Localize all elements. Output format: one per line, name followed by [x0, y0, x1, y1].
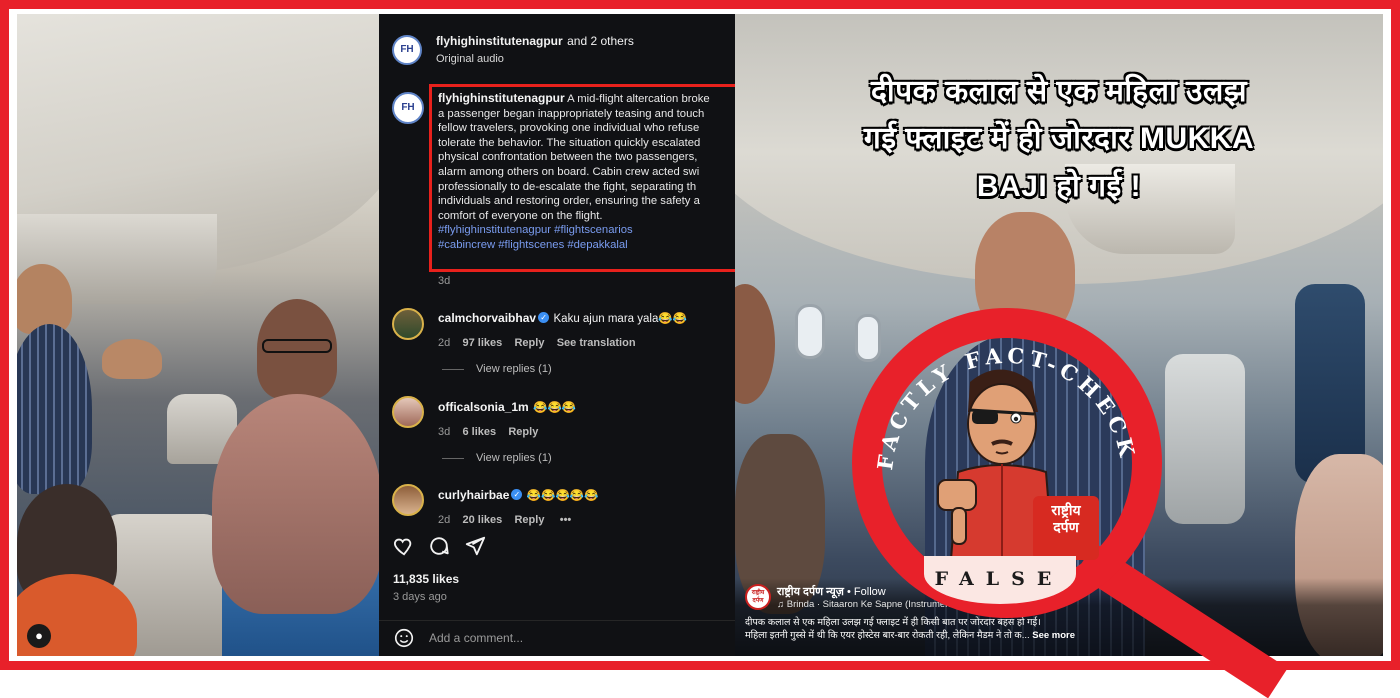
video-title-line-1: दीपक कलाल से एक महिला उलझ: [870, 75, 1248, 108]
caption-author[interactable]: flyhighinstitutenagpur: [438, 91, 565, 105]
comment-username[interactable]: curlyhairbae: [438, 488, 509, 502]
window: [795, 304, 825, 359]
reply-button[interactable]: Reply: [514, 514, 544, 526]
comment-username[interactable]: officalsonia_1m: [438, 400, 529, 414]
caption-author-avatar[interactable]: FH: [392, 92, 424, 124]
total-likes[interactable]: 11,835 likes: [393, 572, 459, 586]
reel-caption-line-2: महिला इतनी गुस्से में थी कि एयर होस्टेस …: [745, 630, 1030, 641]
commenter-avatar[interactable]: [392, 308, 424, 340]
comment-text: Kaku ajun mara yala😂😂: [553, 313, 687, 325]
comment-2: officalsonia_1m 😂😂😂 3d 6 likes Reply: [438, 398, 576, 438]
caption-age: 3d: [438, 275, 451, 287]
caption-line-5: physical confrontation between the two p…: [438, 151, 698, 164]
avatar-text: FH: [400, 44, 414, 55]
more-options-icon[interactable]: •••: [560, 514, 572, 526]
left-video-frame[interactable]: ●: [17, 14, 379, 656]
man-shirt: [17, 324, 92, 494]
caption-highlight-box: flyhighinstitutenagpur A mid-flight alte…: [429, 84, 735, 272]
reel-caption: दीपक कलाल से एक महिला उलझ गई फ्लाइट में …: [745, 616, 1145, 642]
avatar-text: FH: [401, 102, 415, 113]
video-title-line-3: BAJI हो गई !: [976, 170, 1142, 203]
view-replies-label: View replies (1): [476, 363, 552, 375]
woman-glasses: [262, 339, 332, 353]
post-header: flyhighinstitutenagpur and 2 others Orig…: [436, 32, 634, 65]
comment-text: 😂😂😂: [533, 402, 577, 414]
commenter-avatar[interactable]: [392, 396, 424, 428]
reel-caption-line-1: दीपक कलाल से एक महिला उलझ गई फ्लाइट में …: [745, 617, 1041, 628]
reply-button[interactable]: Reply: [514, 337, 544, 349]
emoji-icon[interactable]: [393, 627, 415, 649]
caption-line-3: fellow travelers, provoking one individu…: [438, 122, 700, 135]
caption-line-1: A mid-flight altercation broke: [567, 93, 710, 105]
header-account-name[interactable]: flyhighinstitutenagpur: [436, 34, 563, 48]
share-icon[interactable]: [464, 535, 486, 557]
comment-1: calmchorvaibhav ✓ Kaku ajun mara yala😂😂 2…: [438, 309, 687, 349]
commenter-avatar[interactable]: [392, 484, 424, 516]
seat-grey: [1165, 354, 1245, 524]
caption-hashtags-1[interactable]: #flyhighinstitutenagpur #flightscenarios: [438, 224, 633, 236]
view-replies-button[interactable]: View replies (1): [442, 452, 552, 464]
verified-badge-icon: ✓: [538, 312, 550, 324]
header-and-others[interactable]: and 2 others: [567, 34, 634, 48]
instagram-post-panel: FH flyhighinstitutenagpur and 2 others O…: [379, 14, 735, 656]
heart-icon[interactable]: [393, 535, 415, 557]
man-hands: [102, 339, 162, 379]
comment-age: 2d: [438, 337, 451, 349]
caption-line-7: professionally to de-escalate the fight,…: [438, 180, 697, 193]
comment-icon[interactable]: [428, 535, 450, 557]
comment-age: 3d: [438, 426, 451, 438]
logo-line-2: दर्पण: [1053, 519, 1079, 535]
see-more-link[interactable]: See more: [1032, 630, 1075, 641]
caption-line-2: a passenger began inappropriately teasin…: [438, 107, 705, 120]
comment-likes[interactable]: 6 likes: [462, 426, 496, 438]
page-name[interactable]: राष्ट्रीय दर्पण न्यूज़: [777, 586, 844, 598]
replies-divider: [442, 457, 464, 459]
original-audio-link[interactable]: Original audio: [436, 53, 634, 65]
view-replies-button[interactable]: View replies (1): [442, 363, 552, 375]
caption-line-6: alarm among others on board. Cabin crew …: [438, 165, 700, 178]
add-comment-input[interactable]: Add a comment...: [429, 631, 523, 645]
woman-saree: [212, 394, 379, 614]
comment-likes[interactable]: 97 likes: [462, 337, 502, 349]
passenger-left: [735, 284, 775, 404]
replies-divider: [442, 368, 464, 370]
page-avatar[interactable]: राष्ट्रीय दर्पण: [745, 584, 771, 610]
comment-likes[interactable]: 20 likes: [462, 514, 502, 526]
caption-line-8: individuals and restoring order, ensurin…: [438, 195, 700, 208]
caption-hashtags-2[interactable]: #cabincrew #flightscenes #depakkalal: [438, 239, 628, 251]
post-date: 3 days ago: [393, 591, 447, 603]
reply-button[interactable]: Reply: [508, 426, 538, 438]
caption-line-4: tolerate the behavior. The situation qui…: [438, 136, 701, 149]
comment-username[interactable]: calmchorvaibhav: [438, 311, 536, 325]
verified-badge-icon: ✓: [511, 489, 523, 501]
logo-line-1: राष्ट्रीय: [1051, 502, 1081, 518]
view-replies-label: View replies (1): [476, 452, 552, 464]
false-verdict-label: FALSE: [934, 568, 1064, 590]
account-avatar[interactable]: FH: [392, 35, 422, 65]
see-translation-button[interactable]: See translation: [557, 337, 636, 349]
divider: [379, 620, 735, 621]
caption-line-9: comfort of everyone on the flight.: [438, 209, 603, 222]
comment-age: 2d: [438, 514, 451, 526]
comment-3: curlyhairbae ✓ 😂😂😂😂😂 2d 20 likes Reply ••…: [438, 486, 598, 526]
profile-icon[interactable]: ●: [27, 624, 51, 648]
comment-text: 😂😂😂😂😂: [526, 490, 599, 502]
video-title-line-2: गई फ्लाइट में ही जोरदार MUKKA: [863, 122, 1255, 155]
rashtriya-darpan-logo: राष्ट्रीय दर्पण: [1033, 496, 1099, 560]
